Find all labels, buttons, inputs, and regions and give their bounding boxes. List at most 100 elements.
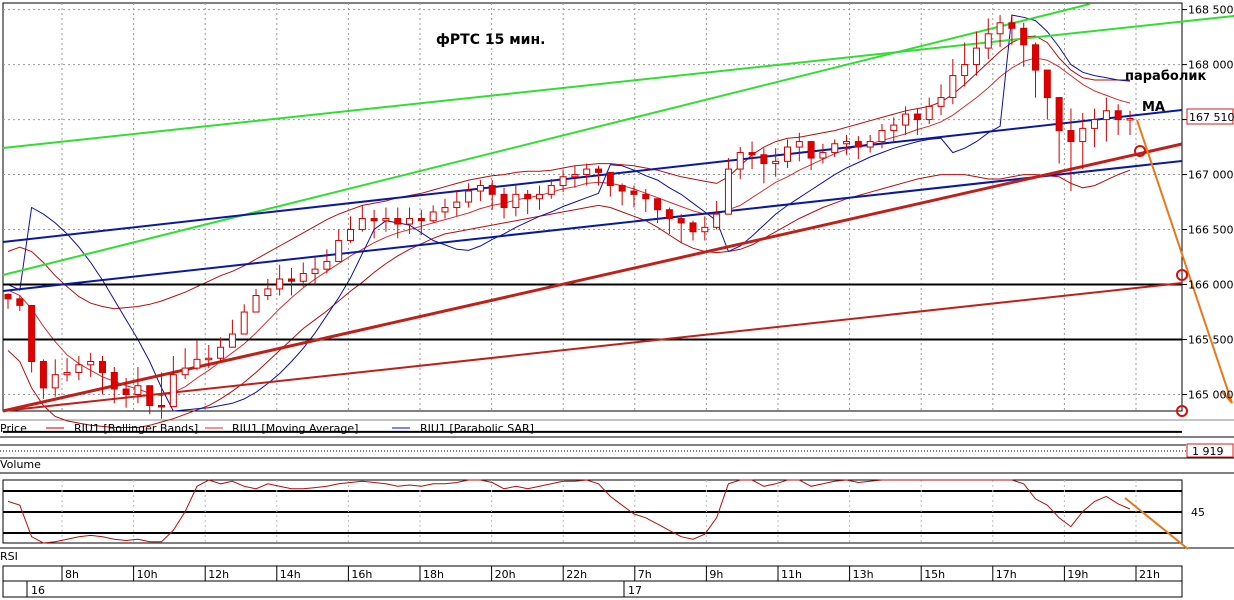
bull-candle [902,113,910,126]
bull-candle [347,229,355,242]
red-trend-line [2,142,1183,413]
bull-candle [252,295,260,313]
bull-candle [724,168,732,215]
bull-candle [87,361,95,366]
bear-candle [158,405,166,408]
bull-candle [1102,110,1110,121]
bull-candle [465,190,473,203]
time-tick-label: 7h [638,568,652,581]
bull-candle [972,47,980,66]
bull-candle [51,374,59,389]
bull-candle [547,185,555,195]
bull-candle [937,97,945,107]
time-tick-label: 18h [423,568,444,581]
bear-candle [1114,110,1122,121]
time-tick-label: 19h [1067,568,1088,581]
bull-candle [866,141,874,148]
bull-candle [783,146,791,162]
bull-candle [843,141,851,145]
bull-candle [382,218,390,222]
bull-candle [583,168,591,176]
bear-candle [595,168,603,173]
price-tick-label: 167 000 [1188,169,1234,182]
moving-average-line [7,57,1131,397]
bull-candle [453,201,461,209]
bear-candle [1043,69,1051,99]
chart-title: фРТС 15 мин. [436,32,545,48]
legend-parabolic-sar: RIU1 [Parabolic SAR] [420,422,534,435]
bear-candle [28,304,36,363]
bull-candle [890,124,898,132]
bear-candle [370,218,378,222]
bear-candle [417,218,425,222]
bull-candle [961,64,969,77]
bear-candle [1032,44,1040,71]
chart-canvas: 168 500168 000167 500167 000166 500166 0… [0,2,1234,598]
bull-candle [276,278,284,290]
time-tick-label: 10h [137,568,158,581]
day-tick-label: 16 [31,584,45,597]
bull-candle [476,185,484,192]
bull-candle [512,193,520,209]
blue-channel-bottom [2,160,1183,292]
bull-candle [1079,127,1087,143]
bull-candle [559,176,567,187]
bear-candle [488,185,496,195]
bull-candle [134,385,142,396]
bull-candle [323,260,331,270]
bull-candle [169,374,177,408]
bull-candle [795,141,803,148]
bear-candle [1008,22,1016,29]
legend-bollinger: RIU1 [Bollinger Bands] [74,422,198,435]
sar-annotation: параболик [1125,69,1206,84]
bull-candle [193,358,201,369]
bear-candle [98,361,106,374]
bear-candle [642,193,650,200]
bear-candle [4,293,12,300]
bear-candle [748,152,756,156]
time-tick-label: 15h [924,568,945,581]
bear-candle [618,185,626,192]
bull-candle [1126,117,1134,121]
volume-value-label: 1 919 [1192,445,1224,458]
time-tick-label: 13h [853,568,874,581]
bear-candle [854,141,862,148]
bear-candle [524,193,532,200]
bear-candle [16,298,24,306]
time-tick-label: 12h [208,568,229,581]
time-tick-label: 8h [65,568,79,581]
bull-candle [984,33,992,49]
bull-candle [63,372,71,376]
legend: Price RIU1 [Bollinger Bands] RIU1 [Moving … [0,422,534,563]
bull-candle [831,143,839,154]
ma-annotation: MA [1142,100,1165,115]
price-tick-label: 165 500 [1188,334,1234,347]
red-trend-line-lower [2,282,1183,412]
bull-candle [713,213,721,228]
bear-candle [677,218,685,224]
bull-candle [335,240,343,262]
bear-candle [1067,130,1075,143]
rsi-tick-label: 45 [1191,506,1205,519]
time-tick-label: 9h [709,568,723,581]
time-tick-label: 16h [351,568,372,581]
bull-candle [535,193,543,200]
bear-candle [146,385,154,407]
bear-candle [606,171,614,187]
bear-candle [122,388,130,396]
bear-candle [500,193,508,209]
bear-candle [630,190,638,195]
price-axis: 168 500168 000167 500167 000166 500166 0… [1182,4,1234,402]
bull-candle [358,218,366,231]
legend-moving-average: RIU1 [Moving Average] [232,422,358,435]
bull-candle [925,105,933,121]
time-tick-label: 20h [495,568,516,581]
bear-candle [654,198,662,211]
bull-candle [571,174,579,178]
bear-candle [913,113,921,121]
legend-price: Price [0,422,27,435]
forecast-arrow-line [1136,119,1233,404]
bull-candle [299,273,307,282]
bear-candle [394,218,402,225]
price-candles [4,15,1134,419]
